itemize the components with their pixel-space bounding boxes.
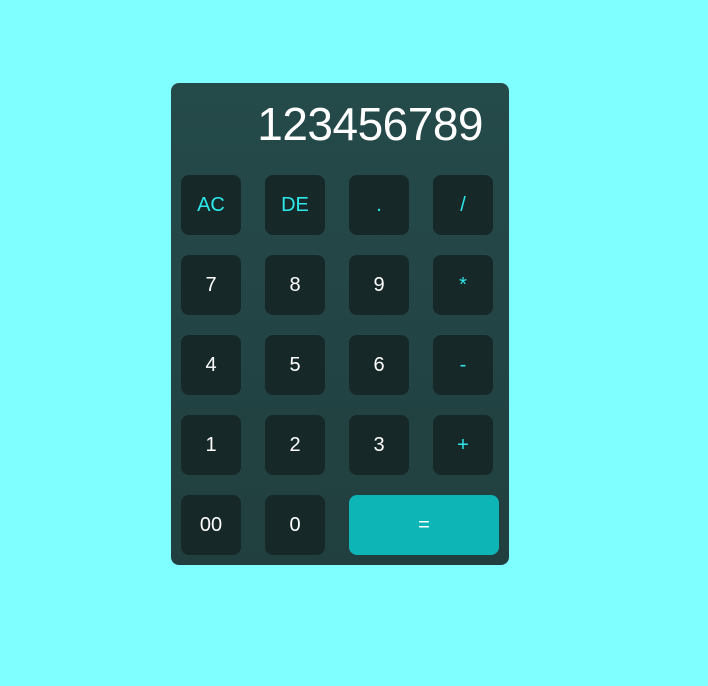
digit-4-button[interactable]: 4 bbox=[181, 335, 241, 395]
subtract-button[interactable]: - bbox=[433, 335, 493, 395]
decimal-button[interactable]: . bbox=[349, 175, 409, 235]
calculator-panel: 123456789 AC DE . / 7 8 9 * 4 5 6 - 1 2 … bbox=[171, 83, 509, 565]
equals-button[interactable]: = bbox=[349, 495, 499, 555]
digit-1-button[interactable]: 1 bbox=[181, 415, 241, 475]
double-zero-button[interactable]: 00 bbox=[181, 495, 241, 555]
divide-button[interactable]: / bbox=[433, 175, 493, 235]
digit-8-button[interactable]: 8 bbox=[265, 255, 325, 315]
digit-2-button[interactable]: 2 bbox=[265, 415, 325, 475]
delete-button[interactable]: DE bbox=[265, 175, 325, 235]
digit-9-button[interactable]: 9 bbox=[349, 255, 409, 315]
digit-0-button[interactable]: 0 bbox=[265, 495, 325, 555]
clear-button[interactable]: AC bbox=[181, 175, 241, 235]
digit-7-button[interactable]: 7 bbox=[181, 255, 241, 315]
digit-5-button[interactable]: 5 bbox=[265, 335, 325, 395]
multiply-button[interactable]: * bbox=[433, 255, 493, 315]
digit-6-button[interactable]: 6 bbox=[349, 335, 409, 395]
add-button[interactable]: + bbox=[433, 415, 493, 475]
calculator-display: 123456789 bbox=[257, 98, 483, 150]
digit-3-button[interactable]: 3 bbox=[349, 415, 409, 475]
